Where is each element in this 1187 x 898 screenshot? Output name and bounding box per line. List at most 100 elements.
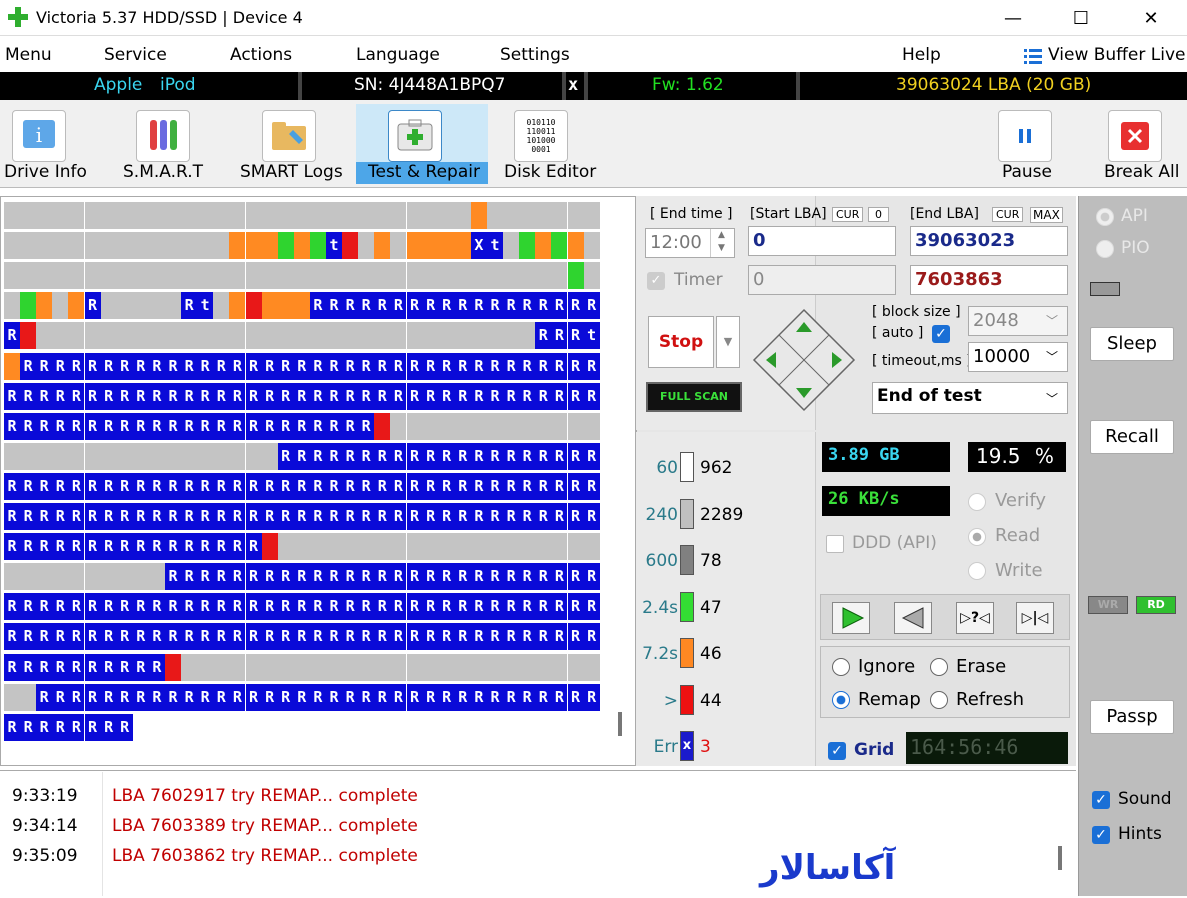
hints-checkbox[interactable]: ✓: [1092, 826, 1110, 844]
remapped-block: R: [277, 563, 294, 591]
start-lba-field[interactable]: 0: [748, 226, 896, 256]
log-scrollbar-thumb[interactable]: [1058, 846, 1062, 870]
random-seek-button[interactable]: ▷?◁: [956, 602, 994, 634]
disk-editor-label[interactable]: Disk Editor: [504, 162, 596, 182]
seek-direction-pad[interactable]: [752, 308, 856, 416]
end-of-test-select[interactable]: End of test: [872, 382, 1068, 414]
remapped-block: R: [116, 623, 133, 651]
remap-radio[interactable]: [832, 691, 850, 709]
start-cur-button[interactable]: CUR: [832, 207, 864, 222]
end-max-button[interactable]: MAX: [1030, 207, 1063, 223]
menu-settings[interactable]: Settings: [500, 45, 570, 65]
remapped-block: R: [438, 593, 455, 621]
view-buffer-live[interactable]: View Buffer Live: [1048, 45, 1185, 65]
menu-service[interactable]: Service: [104, 45, 167, 65]
remapped-block: R: [519, 442, 536, 470]
play-button[interactable]: [832, 602, 870, 634]
scan-scrollbar-thumb[interactable]: [618, 712, 622, 736]
test-repair-label[interactable]: Test & Repair: [368, 162, 480, 182]
erase-radio[interactable]: [930, 658, 948, 676]
passp-button[interactable]: Passp: [1090, 700, 1174, 734]
butterfly-button[interactable]: ▷|◁: [1016, 602, 1054, 634]
scan-block: [438, 232, 455, 260]
read-radio[interactable]: [968, 528, 986, 546]
api-radio[interactable]: [1096, 208, 1114, 226]
grid-label: Grid: [854, 740, 895, 760]
remapped-block: R: [293, 623, 310, 651]
scan-block: [100, 563, 117, 591]
break-all-icon[interactable]: [1108, 110, 1162, 162]
remapped-block: R: [326, 412, 342, 440]
smart-logs-folder-icon[interactable]: [262, 110, 316, 162]
drive-info-icon[interactable]: i: [12, 110, 66, 162]
menu-language[interactable]: Language: [356, 45, 440, 65]
recall-button[interactable]: Recall: [1090, 420, 1174, 454]
remapped-block: R: [342, 442, 359, 470]
smart-label[interactable]: S.M.A.R.T: [123, 162, 203, 182]
ddd-api-checkbox[interactable]: [826, 535, 844, 553]
remapped-block: R: [326, 442, 342, 470]
scan-block: [326, 262, 342, 290]
disk-editor-binary-icon[interactable]: 010110 110011 101000 0001: [514, 110, 568, 162]
minimize-button[interactable]: —: [984, 0, 1042, 36]
scan-block: [277, 202, 294, 229]
write-radio[interactable]: [968, 562, 986, 580]
test-repair-kit-icon[interactable]: [388, 110, 442, 162]
break-all-label[interactable]: Break All: [1104, 162, 1179, 182]
pause-label[interactable]: Pause: [1002, 162, 1052, 182]
stop-dropdown-arrow[interactable]: ▼: [716, 316, 740, 368]
scan-block: [245, 202, 262, 229]
port-indicator: [1090, 282, 1120, 296]
end-lba-field[interactable]: 39063023: [910, 226, 1068, 256]
drive-vendor[interactable]: Apple: [94, 75, 142, 95]
remapped-block: R: [293, 412, 310, 440]
scan-block: [229, 202, 246, 229]
sleep-button[interactable]: Sleep: [1090, 327, 1174, 361]
start-cur-value[interactable]: 0: [868, 207, 889, 222]
remapped-block: R: [535, 292, 552, 320]
scan-block: [535, 412, 552, 440]
scan-block: [52, 442, 69, 470]
grid-checkbox[interactable]: ✓: [828, 742, 846, 760]
remapped-block: R: [245, 352, 262, 380]
scan-block: [374, 322, 391, 350]
end-cur-button[interactable]: CUR: [992, 207, 1024, 222]
drive-model[interactable]: iPod: [160, 75, 196, 95]
timer-checkbox[interactable]: ✓: [647, 272, 665, 290]
refresh-radio[interactable]: [930, 691, 948, 709]
remapped-block: R: [454, 382, 471, 410]
pause-icon[interactable]: [998, 110, 1052, 162]
scan-block: [277, 232, 294, 260]
scan-block: [342, 322, 359, 350]
verify-radio[interactable]: [968, 493, 986, 511]
drive-close-button[interactable]: x: [568, 75, 578, 95]
maximize-button[interactable]: ☐: [1052, 0, 1110, 36]
sound-checkbox[interactable]: ✓: [1092, 791, 1110, 809]
ignore-radio[interactable]: [832, 658, 850, 676]
reverse-button[interactable]: [894, 602, 932, 634]
drive-info-label[interactable]: Drive Info: [4, 162, 87, 182]
auto-label: [ auto ]: [872, 325, 924, 341]
scan-block: [20, 563, 37, 591]
remapped-block: R: [116, 653, 133, 681]
close-button[interactable]: ✕: [1122, 0, 1180, 36]
menu-actions[interactable]: Actions: [230, 45, 292, 65]
chevron-down-icon: ﹀: [1046, 350, 1059, 364]
remapped-block: R: [293, 442, 310, 470]
auto-checkbox[interactable]: ✓: [932, 325, 950, 343]
remapped-block: R: [213, 563, 230, 591]
remapped-block: R: [277, 352, 294, 380]
end-time-spinner[interactable]: ▲ ▼: [710, 229, 732, 257]
pio-radio[interactable]: [1096, 240, 1114, 258]
menu-help[interactable]: Help: [902, 45, 941, 65]
menu-menu[interactable]: Menu: [5, 45, 52, 65]
remapped-block: R: [503, 593, 520, 621]
scan-block: [4, 563, 20, 591]
full-scan-indicator[interactable]: FULL SCAN: [646, 382, 742, 412]
remapped-block: R: [454, 503, 471, 530]
remapped-block: R: [181, 533, 198, 561]
scan-block: [438, 533, 455, 561]
stop-button[interactable]: Stop: [648, 316, 714, 368]
smart-logs-label[interactable]: SMART Logs: [240, 162, 343, 182]
smart-test-tubes-icon[interactable]: [136, 110, 190, 162]
